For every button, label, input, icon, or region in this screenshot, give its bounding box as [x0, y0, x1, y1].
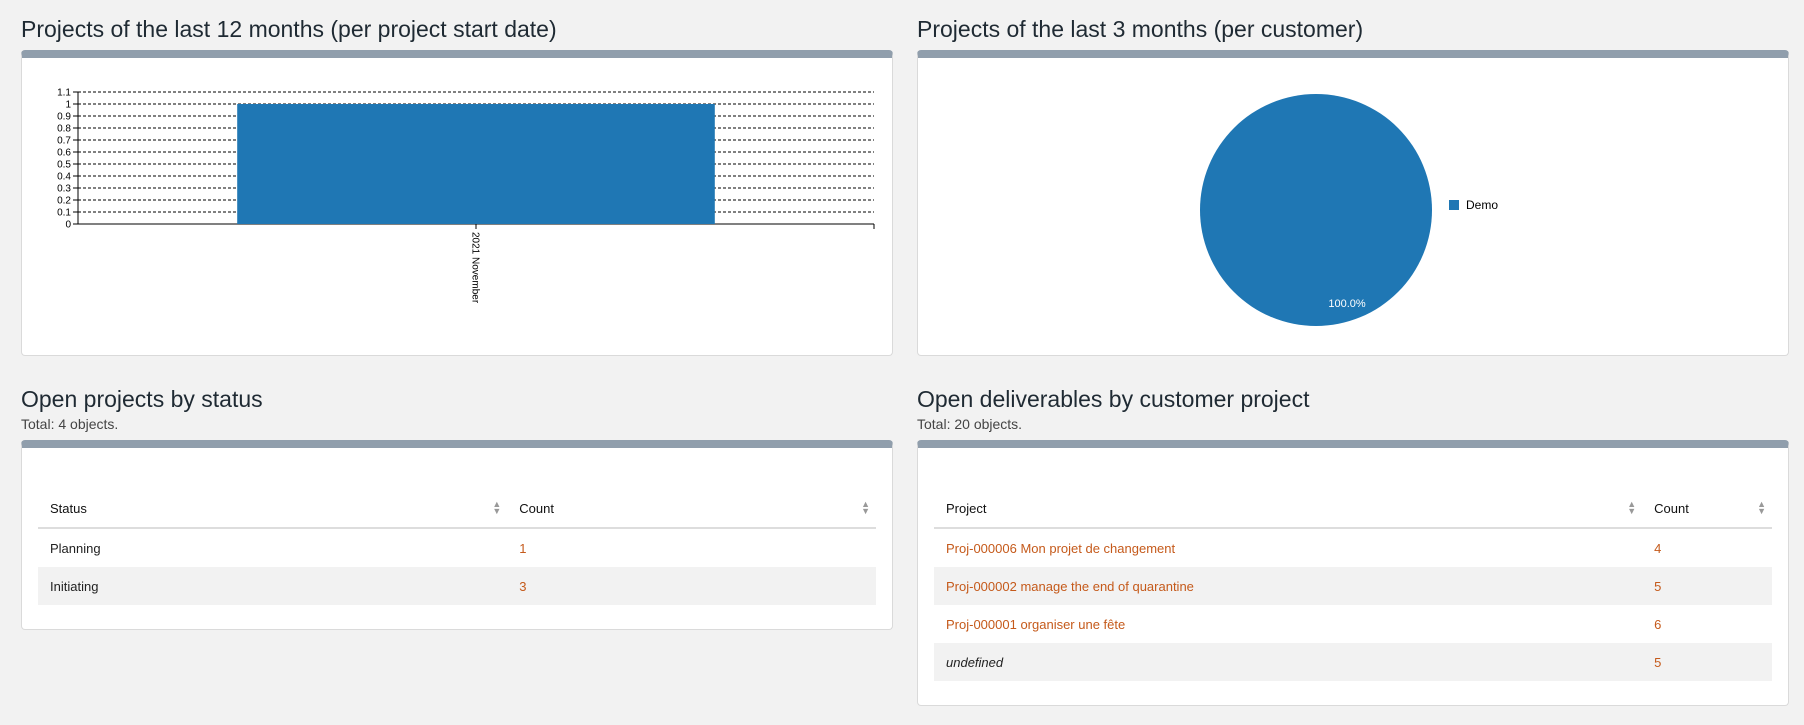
widget-title: Open deliverables by customer project — [917, 386, 1310, 412]
legend-swatch — [1449, 200, 1459, 210]
bar-chart-panel: 0 0.1 0.2 0.3 0.4 0.5 0.6 0.7 0.8 0.9 1 1.1 2021 Nov… — [21, 50, 893, 356]
sort-icon[interactable]: ▲ ▼ — [861, 500, 870, 516]
sort-icon[interactable]: ▲ ▼ — [1627, 500, 1636, 516]
column-label: Project — [946, 500, 987, 516]
widget-title: Open projects by status — [21, 386, 263, 412]
status-table-panel: Status ▲ ▼ Count ▲ ▼ Planning 1 Initiati… — [21, 440, 893, 630]
y-tick-label: 0.2 — [57, 196, 71, 207]
count-link[interactable]: 1 — [519, 541, 526, 556]
x-tick-label: 2021 November — [470, 232, 481, 304]
widget-open-projects-by-status: Open projects by status Total: 4 objects… — [21, 384, 893, 630]
deliverables-table-panel: Project ▲ ▼ Count ▲ ▼ Proj-000006 Mon proj… — [917, 440, 1789, 706]
widget-projects-12-months: Projects of the last 12 months (per proj… — [21, 14, 893, 356]
status-cell: Initiating — [38, 567, 508, 605]
table-row: undefined 5 — [934, 643, 1772, 681]
table-row: Proj-000001 organiser une fête 6 — [934, 605, 1772, 643]
y-tick-label: 0 — [65, 220, 71, 231]
y-tick-label: 0.1 — [57, 208, 71, 219]
sort-icon[interactable]: ▲ ▼ — [1757, 500, 1766, 516]
table-row: Proj-000002 manage the end of quarantine… — [934, 567, 1772, 605]
count-link[interactable]: 5 — [1654, 655, 1661, 670]
status-cell: Planning — [50, 540, 101, 556]
y-tick-label: 0.4 — [57, 172, 71, 183]
table-row: Proj-000006 Mon projet de changement 4 — [934, 528, 1772, 567]
project-link[interactable]: Proj-000006 Mon projet de changement — [946, 541, 1175, 556]
slice-label: 100.0% — [1328, 298, 1366, 310]
y-tick-label: 0.8 — [57, 124, 71, 135]
pie-chart-panel: 100.0% Demo — [917, 50, 1789, 356]
widget-title: Projects of the last 12 months (per proj… — [21, 16, 557, 42]
table-row: Initiating 3 — [38, 567, 876, 605]
project-link[interactable]: Proj-000002 manage the end of quarantine — [946, 579, 1194, 594]
count-link[interactable]: 6 — [1654, 617, 1661, 632]
y-tick-label: 0.6 — [57, 148, 71, 159]
y-tick-label: 0.9 — [57, 112, 71, 123]
column-label: Status — [50, 500, 87, 516]
count-link[interactable]: 4 — [1654, 541, 1661, 556]
column-label: Count — [519, 500, 554, 516]
widget-projects-3-months: Projects of the last 3 months (per custo… — [917, 14, 1789, 356]
column-header-count[interactable]: Count ▲ ▼ — [507, 489, 876, 529]
count-link[interactable]: 5 — [1654, 579, 1661, 594]
y-tick-label: 1.1 — [57, 88, 71, 99]
y-tick-label: 0.3 — [57, 184, 71, 195]
widget-open-deliverables: Open deliverables by customer project To… — [917, 384, 1789, 706]
bar — [237, 104, 715, 224]
column-header-project[interactable]: Project ▲ ▼ — [934, 489, 1643, 529]
y-tick-label: 0.7 — [57, 136, 71, 147]
pie-chart: 100.0% Demo — [1200, 94, 1498, 326]
bar-chart: 00.10.20.30.40.50.60.70.80.911.1 2021 Nov… — [57, 88, 875, 304]
table-row: Planning 1 — [38, 528, 876, 567]
column-header-status[interactable]: Status ▲ ▼ — [38, 489, 508, 529]
y-tick-label: 0.5 — [57, 160, 71, 171]
pie-slice — [1200, 94, 1432, 326]
column-header-count[interactable]: Count ▲ ▼ — [1642, 489, 1772, 529]
column-label: Count — [1654, 500, 1689, 516]
legend-label: Demo — [1466, 198, 1498, 212]
deliverables-table: Project ▲ ▼ Count ▲ ▼ Proj-000006 Mon proj… — [934, 489, 1772, 681]
total-count: Total: 4 objects. — [21, 416, 119, 432]
y-tick-label: 1 — [65, 100, 71, 111]
widget-title: Projects of the last 3 months (per custo… — [917, 16, 1364, 42]
count-link[interactable]: 3 — [519, 579, 526, 594]
project-link[interactable]: Proj-000001 organiser une fête — [946, 617, 1125, 632]
dashboard: Projects of the last 12 months (per proj… — [0, 0, 1804, 725]
sort-icon[interactable]: ▲ ▼ — [492, 500, 501, 516]
project-cell: undefined — [934, 643, 1643, 681]
total-count: Total: 20 objects. — [917, 416, 1023, 432]
status-table: Status ▲ ▼ Count ▲ ▼ Planning 1 Initiati… — [38, 489, 876, 605]
